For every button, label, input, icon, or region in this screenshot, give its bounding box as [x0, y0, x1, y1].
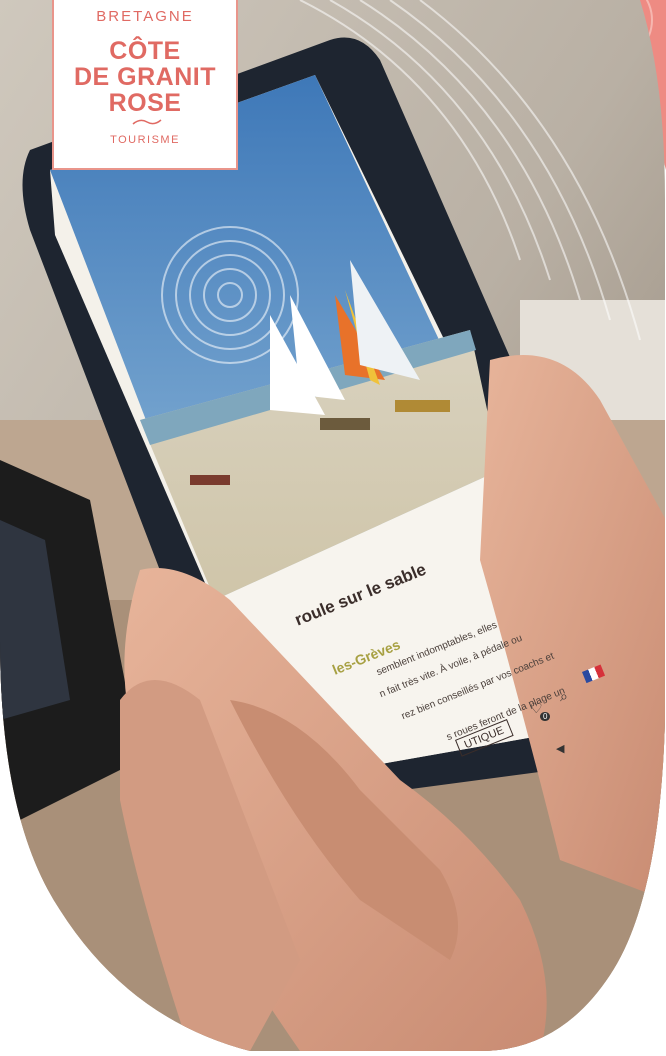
- logo-title: CÔTE DE GRANIT ROSE: [74, 37, 216, 117]
- back-triangle-icon[interactable]: ◀: [556, 742, 564, 755]
- search-icon[interactable]: ⌕: [560, 688, 568, 705]
- logo-region: BRETAGNE: [96, 8, 194, 25]
- photo-scene: roule sur le sable les-Grèves semblent i…: [0, 0, 666, 1051]
- brand-logo: BRETAGNE CÔTE DE GRANIT ROSE TOURISME: [52, 0, 238, 170]
- logo-subtitle: TOURISME: [110, 134, 180, 146]
- wave-icon: [132, 119, 162, 125]
